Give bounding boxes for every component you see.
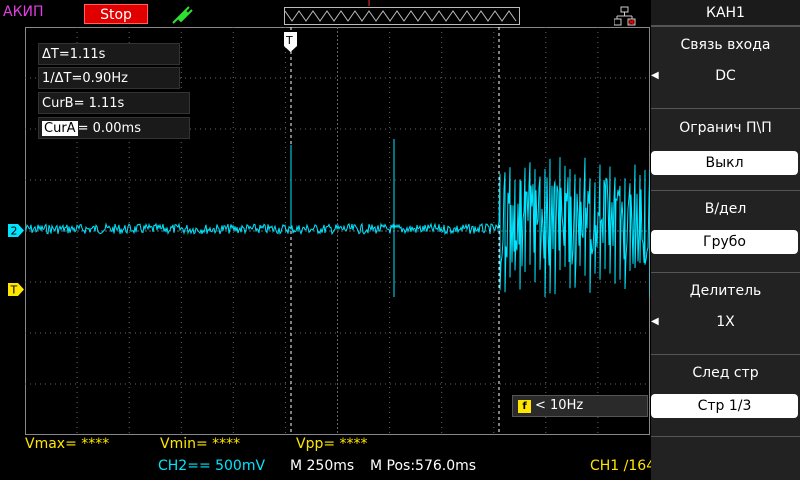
acquisition-mode-label: АКИП — [3, 4, 44, 20]
overview-waveform — [284, 10, 517, 22]
vpp-readout: Vpp= **** — [296, 436, 368, 452]
probe-icon — [172, 6, 193, 24]
menu-item-bandwidth-limit-value[interactable]: Выкл — [651, 151, 798, 175]
menu-item-next-page-value[interactable]: Стр 1/3 — [651, 394, 798, 418]
timebase-readout: M 250ms — [290, 458, 355, 474]
menu-divider — [651, 436, 800, 437]
vmax-readout: Vmax= **** — [25, 436, 110, 452]
cursor-a-selected-label[interactable]: CurA — [42, 121, 78, 136]
vmin-readout: Vmin= **** — [160, 436, 241, 452]
cursor-b-readout: CurB= 1.11s — [38, 92, 190, 114]
menu-divider — [651, 26, 800, 27]
trigger-frequency-value: < 10Hz — [535, 398, 584, 413]
menu-divider — [651, 272, 800, 273]
menu-item-volts-div-label[interactable]: В/дел — [651, 201, 800, 217]
svg-text:T: T — [285, 34, 293, 47]
menu-title: КАН1 — [651, 0, 800, 26]
run-stop-indicator[interactable]: Stop — [84, 4, 148, 24]
cursor-inverse-delta-readout: 1/ΔT=0.90Hz — [38, 67, 180, 89]
menu-item-probe-label[interactable]: Делитель — [651, 283, 800, 299]
ch2-scale-readout: CH2== 500mV — [158, 458, 266, 474]
trigger-position-marker: T — [366, 0, 373, 9]
menu-item-probe-value[interactable]: 1X — [651, 314, 800, 330]
trigger-level-marker[interactable]: T — [8, 283, 24, 296]
menu-divider — [651, 108, 800, 109]
menu-item-next-page-label[interactable]: След стр — [651, 365, 800, 381]
svg-text:T: T — [10, 284, 18, 297]
ch2-trace — [25, 139, 650, 298]
horizontal-position-readout: M Pos:576.0ms — [370, 458, 477, 474]
frequency-icon: f — [518, 400, 531, 413]
cursor-a-readout: CurA = 0.00ms — [38, 117, 190, 139]
menu-divider — [651, 190, 800, 191]
ch2-ground-marker[interactable]: 2 — [8, 224, 24, 237]
memory-overview-bar — [284, 7, 520, 25]
svg-text:2: 2 — [11, 225, 18, 238]
trigger-time-marker[interactable]: T — [284, 32, 297, 52]
menu-item-bandwidth-limit-label[interactable]: Огранич П\П — [651, 120, 800, 136]
usb-device-icon — [614, 6, 636, 26]
menu-item-coupling-value[interactable]: DC — [651, 68, 800, 84]
cursor-a-value: = 0.00ms — [77, 121, 141, 136]
trigger-frequency-readout: f < 10Hz — [512, 395, 648, 417]
cursor-delta-t-readout: ΔT=1.11s — [38, 43, 180, 65]
menu-item-volts-div-value[interactable]: Грубо — [651, 230, 798, 254]
menu-item-coupling-label[interactable]: Связь входа — [651, 37, 800, 53]
menu-divider — [651, 354, 800, 355]
